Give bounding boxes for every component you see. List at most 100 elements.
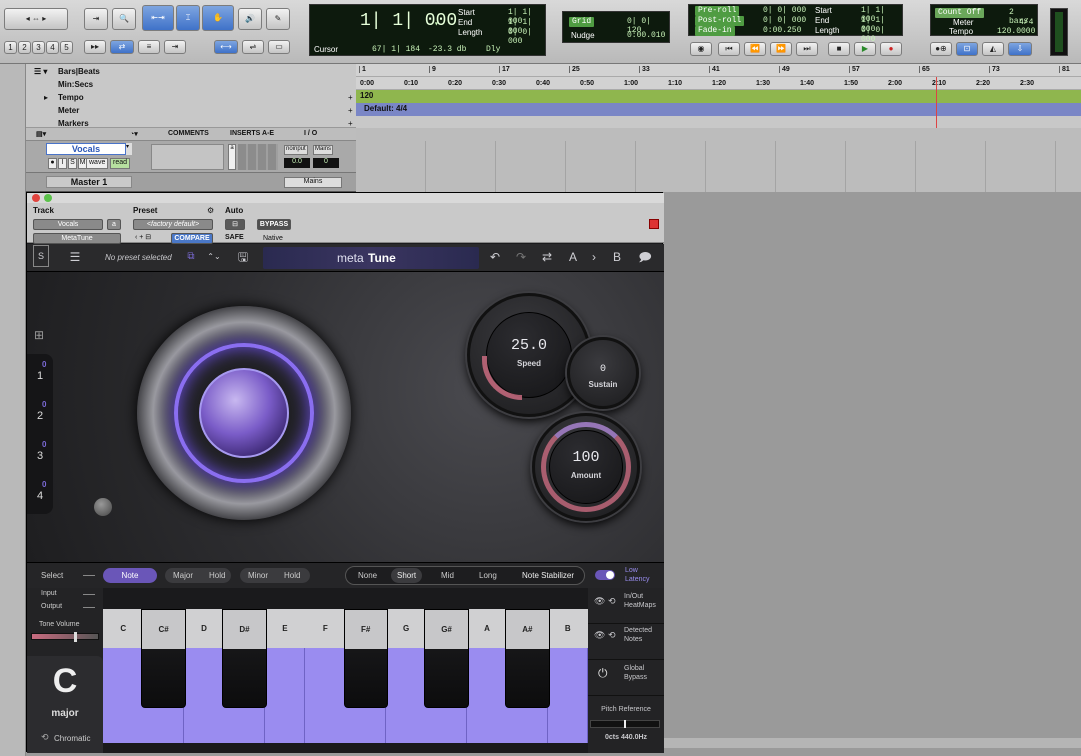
zoom-preset-3[interactable]: 3 [32, 41, 45, 54]
grid-icon[interactable]: ⊞ [34, 328, 44, 342]
feedback-icon[interactable]: 🗩 [637, 244, 653, 270]
eye-icon-2[interactable]: 👁 [594, 630, 605, 641]
global-bypass-row[interactable]: ⏻ Global Bypass [588, 660, 664, 696]
tab-to-transient-button[interactable]: ▸▸ [84, 40, 106, 54]
close-window-icon[interactable] [32, 194, 40, 202]
stop-button[interactable]: ■ [828, 42, 850, 56]
chromatic-button[interactable]: Chromatic [54, 734, 90, 743]
chromatic-icon[interactable]: ⟲ [41, 732, 49, 743]
minor-button[interactable]: Minor [248, 571, 268, 580]
master-output-selector[interactable]: Mains [284, 177, 342, 188]
vocals-track-name[interactable]: Vocals [46, 143, 126, 155]
link-track-button[interactable]: ≡ [138, 40, 160, 54]
volume-value-display[interactable]: 0 [313, 158, 339, 168]
grid-button[interactable]: Grid [569, 17, 595, 27]
major-button[interactable]: Major [173, 571, 193, 580]
main-counter-display[interactable]: 1| 1| 000 ▾ Start End Length 1| 1| 000 1… [309, 4, 546, 56]
plugin-titlebar[interactable] [27, 193, 664, 203]
scale-display[interactable]: major [27, 708, 103, 719]
stabilizer-mid-button[interactable]: Mid [441, 571, 454, 580]
tempo-ruler[interactable]: 120 [356, 90, 1081, 103]
white-key-b[interactable]: B [547, 609, 588, 743]
timeline-rulers[interactable]: 120 Default: 4/4 1 9 17 25 33 41 49 57 65 73 81 0:… [356, 64, 1081, 128]
mirror-midi-button[interactable]: ⇥ [164, 40, 186, 54]
zoom-window-icon[interactable] [44, 194, 52, 202]
wait-for-note-button[interactable]: ⊡ [956, 42, 978, 56]
grabber-tool-icon[interactable]: ✋ [202, 5, 234, 31]
automation-mode-selector[interactable]: read [110, 158, 131, 169]
zoom-preset-1[interactable]: 1 [4, 41, 17, 54]
insert-slot-a[interactable]: a [228, 144, 236, 170]
preset-up-down-icon[interactable]: ⌃⌄ [207, 244, 221, 270]
trim-tool-icon[interactable]: ⇤⇥ [142, 5, 174, 31]
tone-volume-slider[interactable] [31, 632, 99, 642]
low-latency-toggle[interactable] [595, 570, 615, 580]
heatmaps-row[interactable]: 👁 ⟲ In/Out HeatMaps [588, 588, 664, 624]
tempo-expand-icon[interactable]: ▸ [44, 93, 48, 102]
clip-indicator-icon[interactable] [649, 219, 659, 229]
preset-prev-next-icons[interactable]: ‹ + ⊟ [135, 233, 151, 241]
horizontal-scrollbar[interactable] [663, 738, 1081, 748]
ab-a-button[interactable]: A [565, 244, 581, 270]
ruler-menu-icon[interactable]: ☰ ▾ [34, 67, 47, 76]
preset-name-display[interactable]: No preset selected [105, 253, 172, 262]
count-off-button[interactable]: Count Off [935, 8, 985, 18]
ab-arrow-icon[interactable]: › [587, 244, 601, 270]
preroll-button[interactable]: Pre-roll [695, 6, 740, 16]
slot-2-button[interactable]: 2 [37, 410, 43, 422]
view-menu-icon[interactable]: ◔▾ [130, 130, 138, 138]
vocals-track-header[interactable]: Vocals ▾ ● I S M wave read a noinput Mai… [26, 141, 356, 173]
detected-refresh-icon[interactable]: ⟲ [608, 630, 616, 641]
black-key-d-sharp[interactable]: D# [222, 609, 267, 708]
zoom-toggle-button[interactable]: ◂ ⇔ ▸ [4, 8, 68, 30]
preset-settings-icon[interactable]: ⚙ [207, 206, 214, 215]
major-hold-button[interactable]: Hold [209, 571, 225, 580]
redo-icon[interactable]: ↷ [513, 244, 529, 270]
fadein-value[interactable]: 0:00.250 [763, 26, 801, 35]
stabilizer-long-button[interactable]: Long [479, 571, 497, 580]
track-view-selector[interactable]: wave [86, 158, 109, 169]
slot-3-button[interactable]: 3 [37, 450, 43, 462]
amount-knob[interactable]: 100 Amount [532, 413, 640, 521]
visualizer-handle[interactable] [94, 498, 112, 516]
return-to-zero-button[interactable]: ⏮ [718, 42, 740, 56]
counter-dropdown-icon[interactable]: ▾ [434, 19, 439, 29]
pencil-tool-icon[interactable]: ✎ [266, 8, 290, 30]
slot-1-button[interactable]: 1 [37, 370, 43, 382]
input-selector[interactable]: noinput [284, 145, 308, 155]
markers-ruler[interactable] [356, 116, 1081, 128]
play-button[interactable]: ▶ [854, 42, 876, 56]
add-tempo-icon[interactable]: + [348, 93, 353, 102]
click-button[interactable]: ◭ [982, 42, 1004, 56]
stabilizer-short-button[interactable]: Short [391, 568, 423, 583]
note-mode-button[interactable]: Note [103, 568, 157, 583]
add-meter-icon[interactable]: + [348, 106, 353, 115]
track-selector[interactable]: Vocals [33, 219, 103, 230]
solo-button[interactable]: S [68, 158, 77, 169]
nudge-value[interactable]: 0:00.010 [627, 31, 665, 40]
slot-4-button[interactable]: 4 [37, 490, 43, 502]
minor-hold-button[interactable]: Hold [284, 571, 300, 580]
meter-marker[interactable]: Default: 4/4 [364, 104, 407, 113]
conductor-button[interactable]: ⇩ [1008, 42, 1032, 56]
preset-browser-icon[interactable]: ⧉ [183, 244, 199, 270]
edit-mode-button[interactable]: ⇥ [84, 8, 108, 30]
meter-ruler[interactable]: Default: 4/4 [356, 103, 1081, 116]
tempo-value[interactable]: 120.0000 [997, 27, 1035, 36]
compare-button[interactable]: COMPARE [171, 233, 213, 244]
stabilizer-none-button[interactable]: None [358, 571, 377, 580]
plugin-selector[interactable]: MetaTune [33, 233, 121, 244]
key-display[interactable]: C [27, 662, 103, 701]
track-name-dropdown-icon[interactable]: ▾ [126, 143, 132, 155]
power-icon[interactable]: ⏻ [598, 666, 608, 681]
midi-merge-button[interactable]: ●⊕ [930, 42, 952, 56]
master-track-header[interactable]: Master 1 Mains [26, 173, 356, 192]
zoom-preset-5[interactable]: 5 [60, 41, 73, 54]
black-key-a-sharp[interactable]: A# [505, 609, 550, 708]
rewind-button[interactable]: ⏪ [744, 42, 766, 56]
master-track-name[interactable]: Master 1 [46, 176, 132, 188]
insert-slots[interactable] [238, 144, 278, 170]
black-key-c-sharp[interactable]: C# [141, 609, 186, 708]
safe-button[interactable]: SAFE [225, 234, 244, 241]
go-to-end-button[interactable]: ⏭ [796, 42, 818, 56]
